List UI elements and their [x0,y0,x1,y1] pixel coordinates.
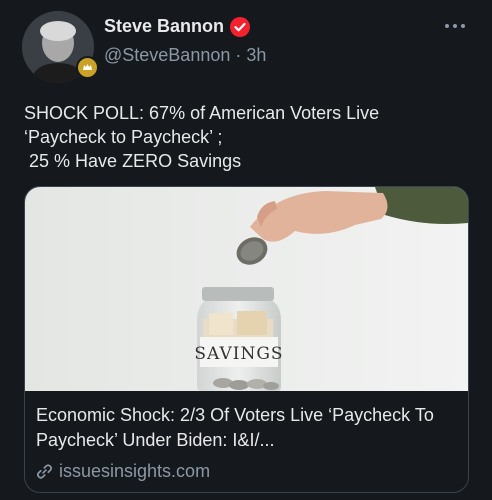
author-handle-row: @SteveBannon · 3h [104,45,266,66]
author-handle[interactable]: @SteveBannon [104,45,230,65]
author-display-name[interactable]: Steve Bannon [104,16,224,37]
tweet-text: SHOCK POLL: 67% of American Voters Live … [24,103,380,171]
card-domain-row: issuesinsights.com [36,461,210,482]
jar-label: SAVINGS [194,344,283,364]
more-options-button[interactable] [444,12,466,35]
card-title: Economic Shock: 2/3 Of Voters Live ‘Payc… [36,405,434,450]
card-image: SAVINGS [25,187,468,391]
more-horizontal-icon [445,24,465,28]
author-name-row: Steve Bannon [104,16,251,37]
meta-separator: · [235,45,242,65]
verified-badge-icon [230,16,251,37]
tweet-timestamp[interactable]: 3h [246,45,266,65]
link-preview-card[interactable]: SAVINGS Economic Shock: 2/3 Of Voters Li… [24,186,469,493]
card-domain[interactable]: issuesinsights.com [59,461,210,482]
link-icon [36,464,53,479]
affiliate-badge-icon [76,56,99,79]
